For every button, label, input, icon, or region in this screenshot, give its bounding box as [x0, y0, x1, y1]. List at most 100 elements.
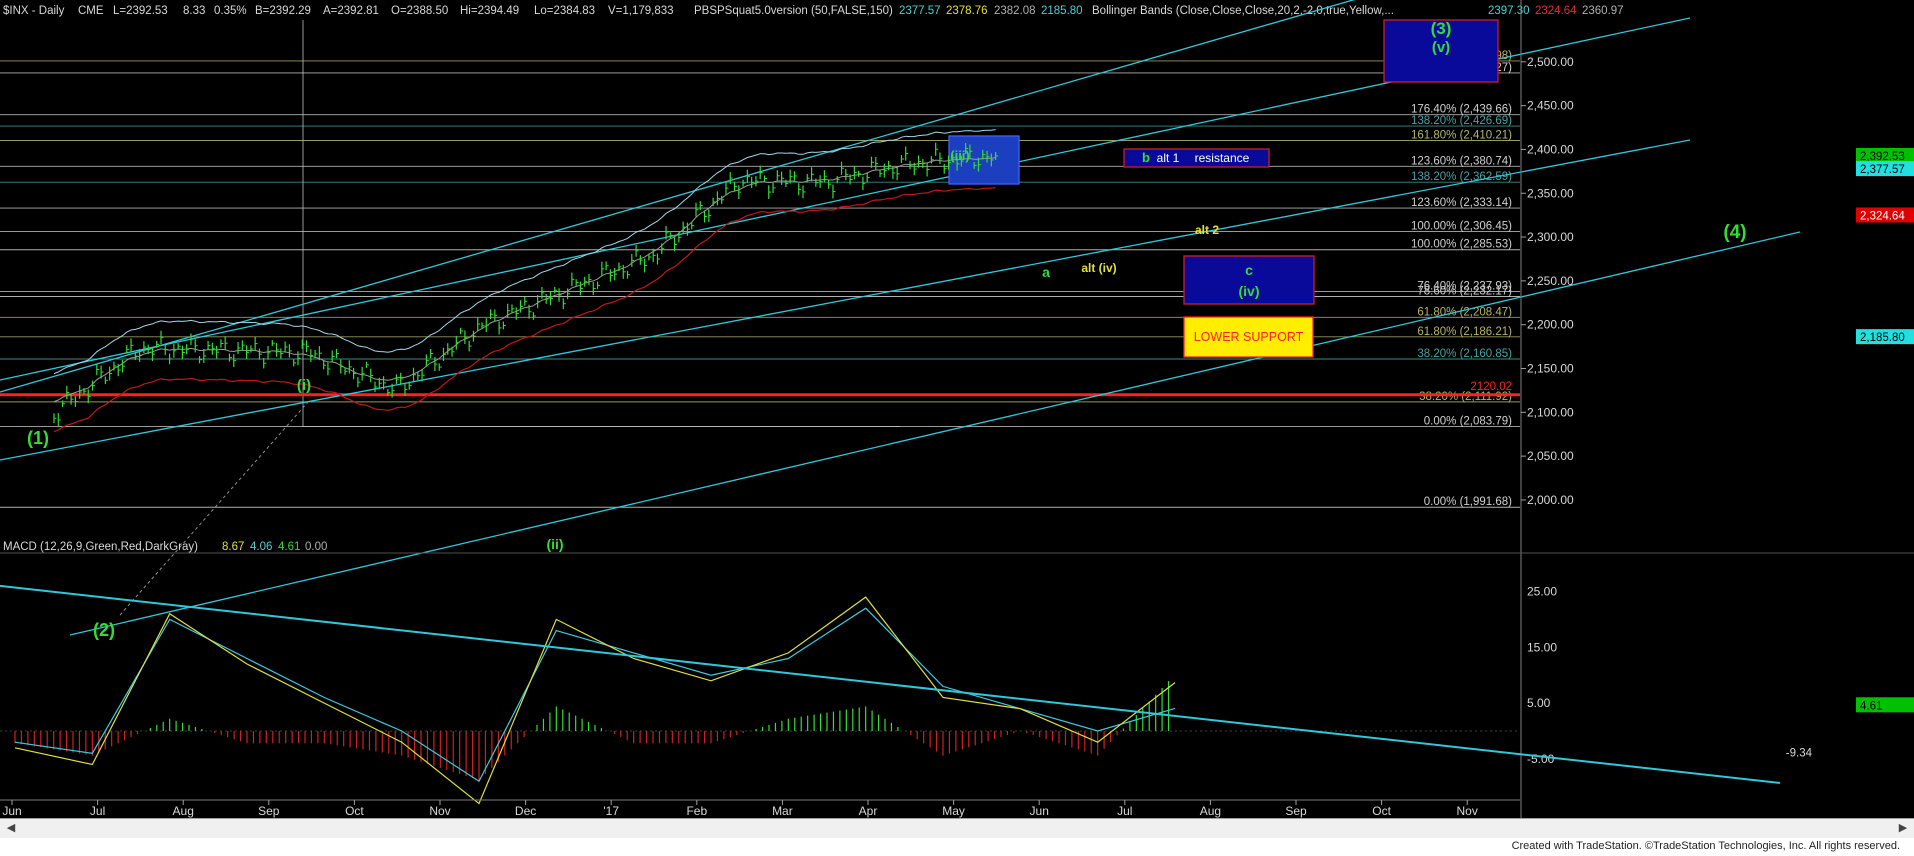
macd-y-tick: -5.00 — [1527, 752, 1555, 766]
macd-value-2: 4.06 — [250, 541, 272, 553]
price-tag: 2,185.80 — [1860, 332, 1905, 344]
box-label: (3) — [1431, 19, 1452, 38]
macd-y-tick: 5.00 — [1527, 696, 1551, 710]
header-exchange: CME — [78, 5, 104, 17]
header-change-pct: 0.35% — [214, 5, 247, 17]
y-tick-label: 2,450.00 — [1527, 99, 1574, 113]
header-open: O=2388.50 — [391, 5, 448, 17]
wave-label: (ii) — [546, 536, 563, 552]
fib-level-label: 161.80% (2,410.21) — [1411, 129, 1512, 141]
date-tick-label: Apr — [859, 804, 878, 818]
wave-label: alt (iv) — [1081, 261, 1116, 275]
wave-label: (iii) — [950, 148, 970, 163]
wave-label: (2) — [93, 620, 115, 640]
date-tick-label: '17 — [603, 804, 619, 818]
wave-label: (4) — [1723, 222, 1746, 243]
y-tick-label: 2,100.00 — [1527, 405, 1574, 419]
macd-value-3: 4.61 — [278, 541, 300, 553]
date-tick-label: Jul — [1117, 804, 1132, 818]
fib-level-label: 0.00% (2,083.79) — [1424, 416, 1512, 428]
date-tick-label: Sep — [1285, 804, 1307, 818]
macd-tag: 4.61 — [1860, 700, 1882, 712]
date-tick-label: Dec — [515, 804, 536, 818]
y-tick-label: 2,400.00 — [1527, 142, 1574, 156]
fib-level-label: 38.20% (2,160.85) — [1417, 348, 1512, 360]
macd-y-tick: 15.00 — [1527, 640, 1557, 654]
header-study2: Bollinger Bands (Close,Close,Close,20,2,… — [1092, 5, 1394, 17]
y-tick-label: 2,200.00 — [1527, 318, 1574, 332]
box-label: alt 1 — [1157, 151, 1180, 165]
date-tick-label: Mar — [772, 804, 793, 818]
y-tick-label: 2,350.00 — [1527, 186, 1574, 200]
box-label: (v) — [1432, 39, 1450, 56]
header-study1-val-4: 2185.80 — [1041, 5, 1083, 17]
date-tick-label: Aug — [1200, 804, 1221, 818]
y-tick-label: 2,150.00 — [1527, 362, 1574, 376]
header-low: Lo=2384.83 — [534, 5, 595, 17]
fib-level-label: 78.60% (2,232.17) — [1417, 286, 1512, 298]
chart-background — [0, 0, 1914, 818]
header-study1-val-3: 2382.08 — [994, 5, 1036, 17]
date-tick-label: Feb — [686, 804, 707, 818]
y-tick-label: 2,250.00 — [1527, 274, 1574, 288]
fib-level-label: 61.80% (2,208.47) — [1417, 306, 1512, 318]
price-tag: 2,324.64 — [1860, 210, 1905, 222]
wave-label: alt 2 — [1195, 223, 1219, 237]
wave-label: (i) — [297, 377, 311, 394]
scroll-left-icon[interactable]: ◀ — [4, 821, 18, 835]
header-study2-val-2: 2324.64 — [1535, 5, 1577, 17]
horizontal-scrollbar[interactable]: ◀ ▶ — [0, 818, 1914, 838]
header-study2-val-1: 2397.30 — [1488, 5, 1530, 17]
y-tick-label: 2,300.00 — [1527, 230, 1574, 244]
date-tick-label: Jun — [2, 804, 21, 818]
wave-label: a — [1042, 264, 1050, 280]
date-tick-label: May — [942, 804, 965, 818]
date-tick-label: Nov — [1457, 804, 1478, 818]
scroll-right-icon[interactable]: ▶ — [1896, 821, 1910, 835]
header-volume: V=1,179,833 — [608, 5, 674, 17]
header-symbol: $INX - Daily — [3, 5, 65, 17]
macd-label: MACD (12,26,9,Green,Red,DarkGray) — [3, 541, 198, 553]
header-bid: B=2392.29 — [255, 5, 311, 17]
header-ask: A=2392.81 — [323, 5, 379, 17]
date-tick-label: Oct — [1372, 804, 1391, 818]
fib-level-label: 61.80% (2,186.21) — [1417, 326, 1512, 338]
macd-annotation: -9.34 — [1786, 748, 1813, 760]
box-label: (iv) — [1239, 283, 1260, 299]
y-tick-label: 2,050.00 — [1527, 449, 1574, 463]
box-label: resistance — [1195, 151, 1250, 165]
fib-level-label: 0.00% (1,991.68) — [1424, 496, 1512, 508]
header-study1-val-2: 2378.76 — [946, 5, 988, 17]
fib-level-label: 100.00% (2,285.53) — [1411, 239, 1512, 251]
wave-label: (1) — [27, 428, 49, 448]
date-tick-label: Nov — [429, 804, 450, 818]
y-tick-label: 2,500.00 — [1527, 55, 1574, 69]
macd-y-tick: 25.00 — [1527, 584, 1557, 598]
support-line-label: 2120.02 — [1470, 381, 1512, 393]
date-tick-label: Aug — [173, 804, 194, 818]
fib-level-label: 123.60% (2,333.14) — [1411, 197, 1512, 209]
header-high: Hi=2394.49 — [460, 5, 519, 17]
fib-level-label: 100.00% (2,306.45) — [1411, 220, 1512, 232]
chart-header: $INX - Daily CME L=2392.53 8.33 0.35% B=… — [3, 5, 1624, 17]
header-study2-val-3: 2360.97 — [1582, 5, 1624, 17]
header-change: 8.33 — [183, 5, 205, 17]
header-study1-val-1: 2377.57 — [899, 5, 941, 17]
box-label: b — [1142, 150, 1150, 165]
fib-level-label: 176.40% (2,439.66) — [1411, 104, 1512, 116]
date-tick-label: Oct — [345, 804, 364, 818]
box-label: LOWER SUPPORT — [1194, 330, 1304, 344]
box-label: c — [1245, 262, 1253, 278]
y-tick-label: 2,000.00 — [1527, 493, 1574, 507]
date-tick-label: Sep — [258, 804, 280, 818]
fib-level-label: 138.20% (2,426.69) — [1411, 115, 1512, 127]
macd-value-1: 8.67 — [222, 541, 244, 553]
header-last: L=2392.53 — [113, 5, 168, 17]
price-chart: $INX - Daily CME L=2392.53 8.33 0.35% B=… — [0, 0, 1914, 818]
date-tick-label: Jul — [90, 804, 105, 818]
header-study1: PBSPSquat5.0version (50,FALSE,150) — [694, 5, 893, 17]
fib-level-label: 123.60% (2,380.74) — [1411, 155, 1512, 167]
macd-header: MACD (12,26,9,Green,Red,DarkGray) 8.67 4… — [3, 541, 327, 553]
fib-level-label: 138.20% (2,362.59) — [1411, 171, 1512, 183]
price-tag: 2,377.57 — [1860, 164, 1905, 176]
